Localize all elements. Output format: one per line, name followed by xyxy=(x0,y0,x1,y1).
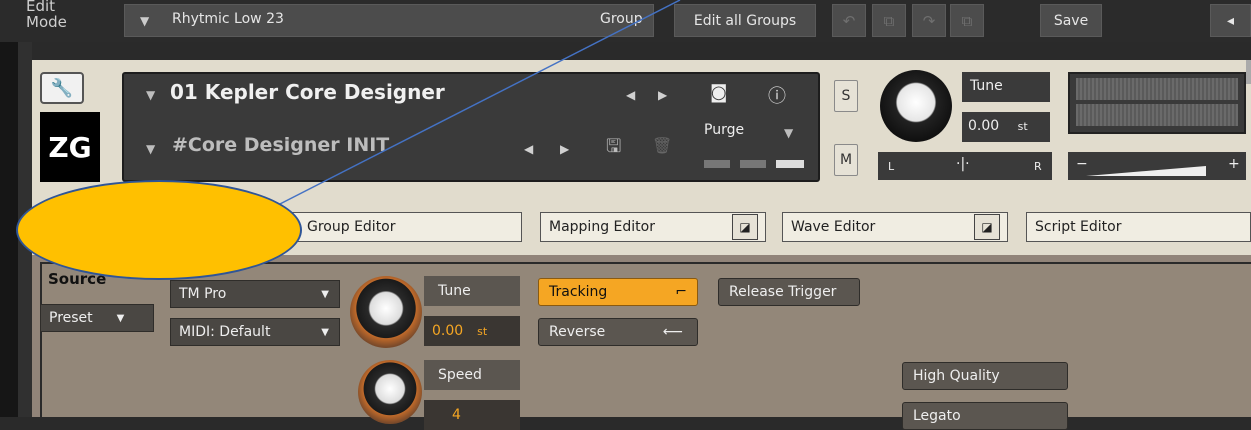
callout-pointer-line xyxy=(275,0,681,207)
callout-ellipse xyxy=(16,180,302,280)
